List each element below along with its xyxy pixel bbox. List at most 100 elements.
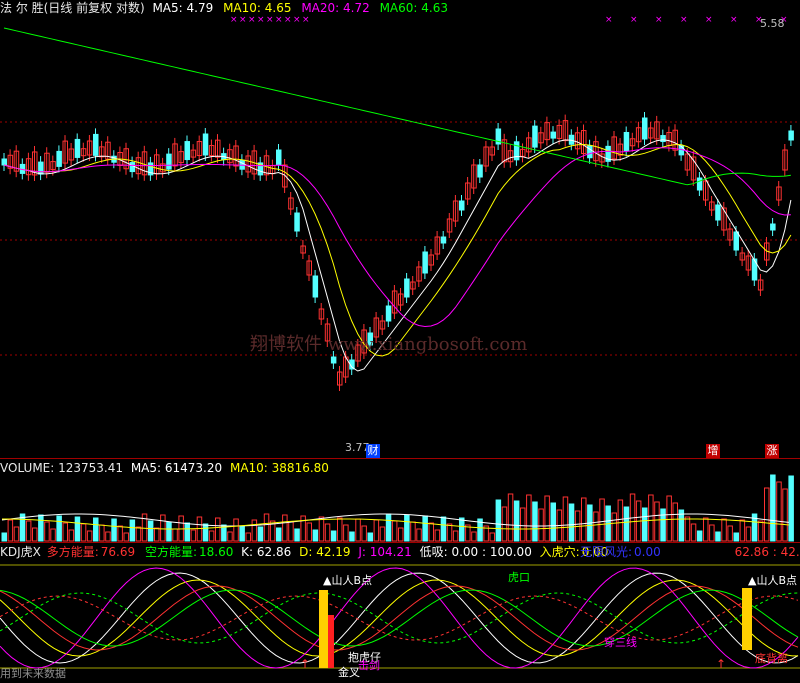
volume-bar [520,507,526,542]
candle-body [788,130,794,141]
volume-bar [160,514,166,542]
candle-body [385,305,392,322]
kdj-right-values: 62.86 : 42.19 [734,545,800,559]
volume-bar [276,527,282,542]
volume-bar [38,514,44,542]
volume-bar [452,530,459,542]
volume-bar [215,517,221,542]
panel-divider-volume [0,458,800,459]
candle-body [440,236,447,244]
marker-x: × [605,15,613,25]
volume-bar [129,519,136,542]
volume-bar [7,519,14,542]
volume-bar [13,526,20,542]
badge-zeng[interactable]: 增 [706,444,720,458]
volume-bar [434,529,441,542]
volume-bar [208,530,215,542]
volume-bar [690,523,697,542]
candle-body [696,177,703,191]
volume-bar [599,498,605,542]
volume-bar [715,531,721,542]
candle-body [660,135,666,143]
volume-bar [672,502,678,542]
marker-x: × [680,15,688,25]
annotation-jishuai: 击剑 [358,659,380,672]
volume-bar [202,523,209,542]
volume-bar [495,499,502,542]
volume-bar [154,527,160,542]
up-arrow-icon: ↑ [300,657,310,671]
volume-bar [56,515,62,542]
volume-bar [294,528,300,542]
volume-bar [355,518,361,542]
marker-x: × [705,15,713,25]
volume-bar [135,526,142,542]
volume-bar [123,532,129,542]
volume-bar [660,508,666,542]
marker-x: × [257,15,265,25]
volume-bar [398,527,404,542]
volume-bar [68,529,75,542]
volume-bar [440,516,447,542]
tiger-label: 入虎穴: [539,545,580,559]
candle-body [56,150,62,167]
volume-bar [593,511,599,542]
kdj-k-line [0,572,799,664]
marker-x: × [266,15,274,25]
volume-bar [343,524,349,542]
signal-bar-red [328,615,334,668]
volume-bar [471,531,477,542]
volume-bar [513,500,520,542]
annotation-hukou: 虎口 [508,571,530,584]
volume-bar [99,524,105,542]
marker-x: × [655,15,663,25]
volume-bar [581,497,587,542]
candle-body [550,131,556,139]
volume-bar [330,530,337,542]
volume-bar [526,494,532,542]
footer-note: 用到未来数据 [0,667,66,680]
volume-bar [422,515,428,542]
badge-zhang[interactable]: 涨 [765,444,779,458]
candle-body [74,138,81,158]
volume-bar [172,528,178,542]
volume-bar [93,517,99,542]
bear-energy-value: 18.60 [198,545,234,559]
volume-bar [190,529,197,542]
volume-bar [32,527,38,542]
volume-bar [349,531,355,542]
volume-bar [318,516,325,542]
bull-energy-value: 76.69 [100,545,136,559]
volume-bar [147,520,154,542]
volume-header: VOLUME: 123753.41 MA5: 61473.20 MA10: 38… [0,460,329,476]
k-value: K: 62.86 [241,545,292,559]
candle-body [294,212,300,232]
low-absorb: 低吸: 0.00 : 100.00 [419,545,532,559]
volume-bar [379,526,386,542]
volume-bar [257,526,264,542]
volume-bar [62,522,68,542]
marker-x: × [248,15,256,25]
candle-body [459,200,465,211]
volume-ma5-line [1,513,789,527]
marker-x: × [630,15,638,25]
annotation-shanren-b-1: ▲山人B点 [323,574,373,587]
badge-cai[interactable]: 财 [366,444,380,458]
candle-body [38,161,44,175]
volume-value: VOLUME: 123753.41 [0,461,123,475]
volume-bar [74,516,81,542]
wind-label: 无限风光: [580,545,633,559]
candle-body [129,162,136,173]
d-value: D: 42.19 [299,545,351,559]
volume-bar [428,522,434,542]
volume-bar [373,519,380,542]
volume-bar [324,523,331,542]
volume-bar [696,530,703,542]
volume-bar [1,532,7,542]
volume-bar [611,512,617,542]
candle-body [93,133,99,156]
volume-bar [80,523,87,542]
candle-body [312,275,319,298]
volume-bar [764,487,770,542]
marker-x: × [730,15,738,25]
